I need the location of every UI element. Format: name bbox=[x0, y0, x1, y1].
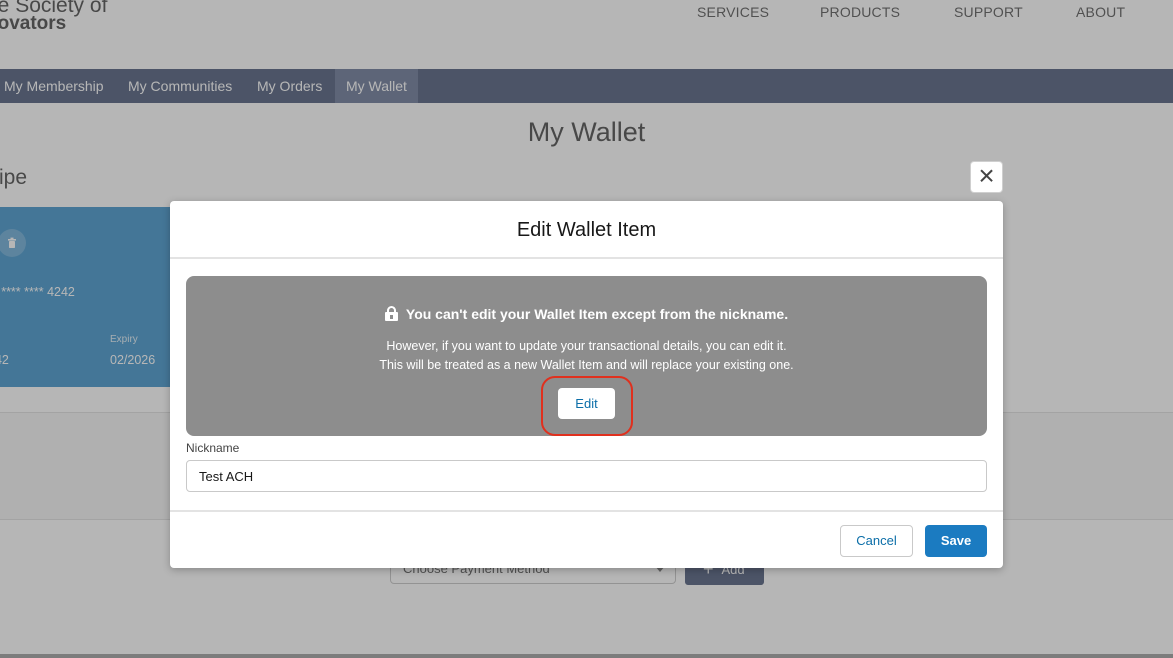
edit-wallet-item-modal: Edit Wallet Item You can't edit your Wal… bbox=[170, 201, 1003, 568]
lock-icon bbox=[384, 306, 398, 321]
cancel-button[interactable]: Cancel bbox=[840, 525, 913, 557]
notice-title: You can't edit your Wallet Item except f… bbox=[186, 306, 987, 322]
modal-header: Edit Wallet Item bbox=[170, 201, 1003, 259]
edit-button[interactable]: Edit bbox=[558, 388, 615, 419]
edit-restriction-notice: You can't edit your Wallet Item except f… bbox=[186, 276, 987, 436]
notice-line-2: This will be treated as a new Wallet Ite… bbox=[379, 358, 794, 372]
modal-title: Edit Wallet Item bbox=[516, 219, 657, 241]
notice-line-1: However, if you want to update your tran… bbox=[386, 339, 787, 353]
notice-title-text: You can't edit your Wallet Item except f… bbox=[405, 306, 789, 322]
save-button[interactable]: Save bbox=[925, 525, 987, 557]
modal-footer: Cancel Save bbox=[170, 510, 1003, 568]
nickname-input[interactable] bbox=[186, 460, 987, 492]
nickname-label: Nickname bbox=[186, 441, 240, 455]
close-icon[interactable]: × bbox=[970, 161, 1003, 193]
